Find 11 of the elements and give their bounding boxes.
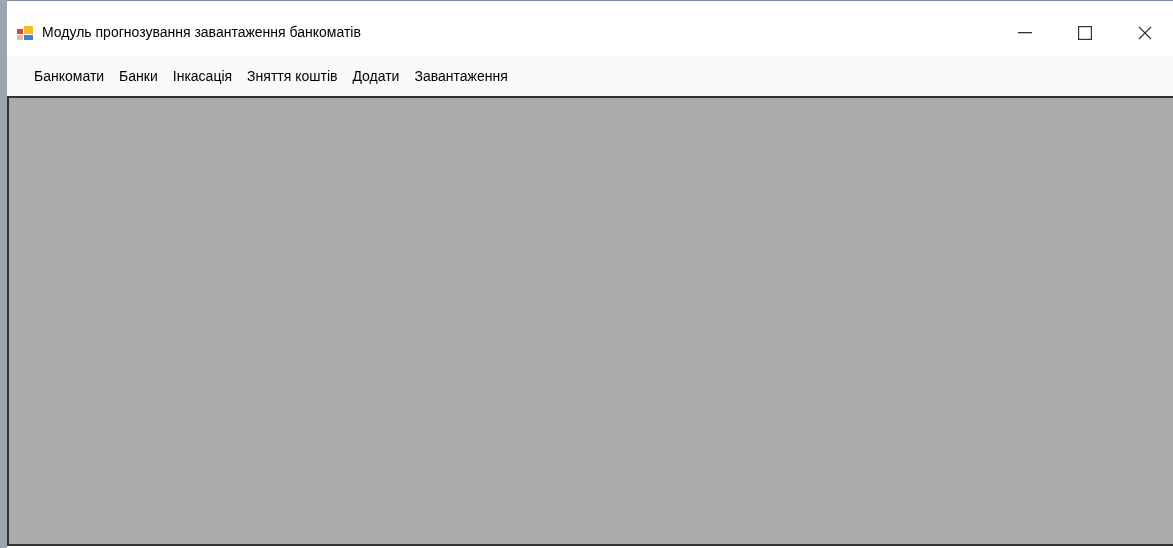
menu-item[interactable]: Банкомати <box>27 63 112 89</box>
menu-item[interactable]: Зняття коштів <box>240 63 345 89</box>
maximize-icon <box>1078 25 1092 40</box>
window-title: Модуль прогнозування завантаження банкоматів <box>42 23 361 42</box>
menu-item[interactable]: Інкасація <box>165 63 240 89</box>
menu-item[interactable]: Додати <box>345 63 407 89</box>
menu-item[interactable]: Банки <box>112 63 165 89</box>
app-icon <box>17 25 33 40</box>
menu-item[interactable]: Завантаження <box>407 63 515 89</box>
close-icon <box>1138 25 1152 40</box>
minimize-icon <box>1018 31 1032 34</box>
